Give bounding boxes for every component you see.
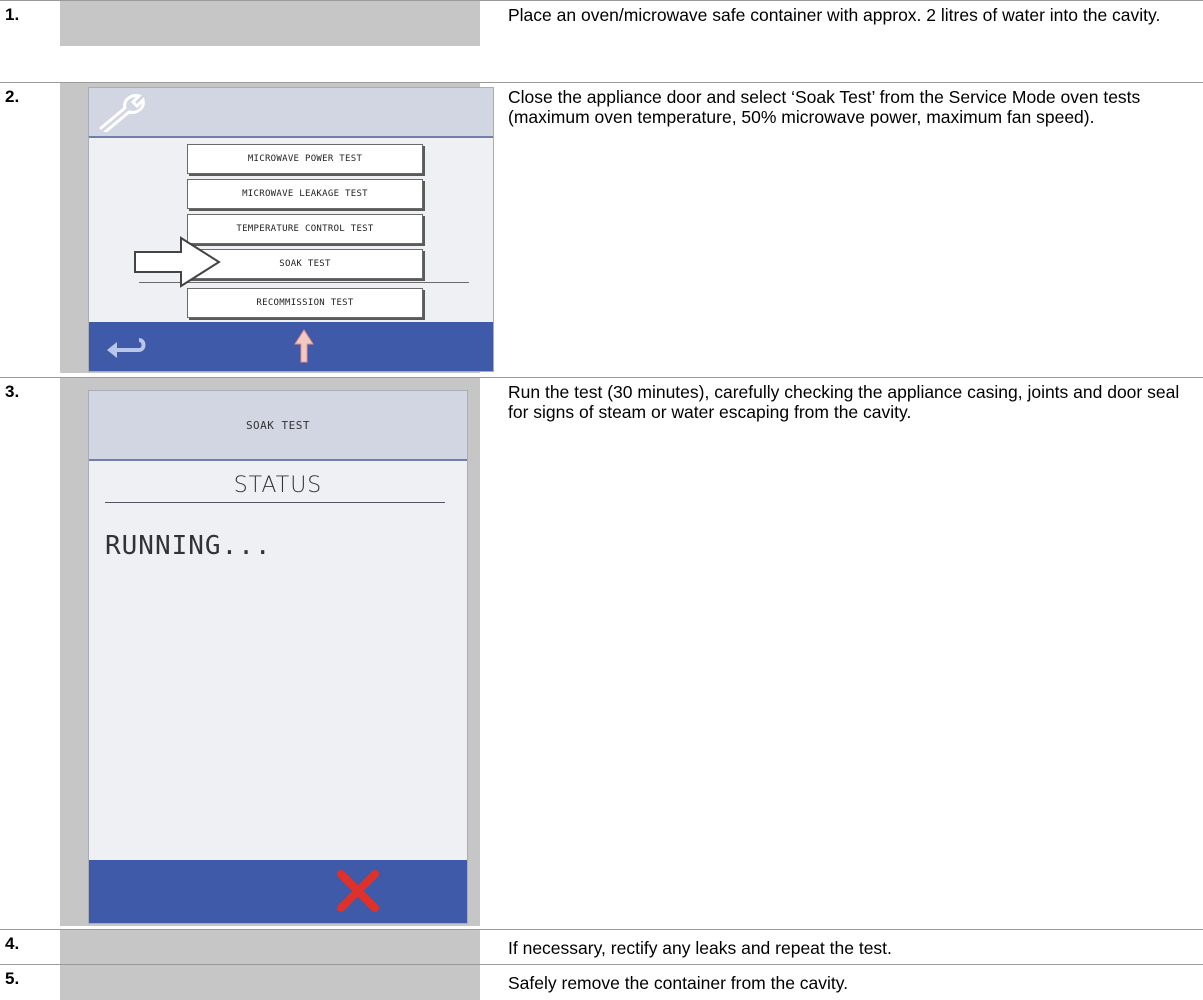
status-heading: STATUS <box>233 473 323 498</box>
step-row-4: 4. If necessary, rectify any leaks and r… <box>0 929 1203 964</box>
screen-header: SOAK TEST <box>89 391 467 461</box>
screen-header <box>89 88 493 138</box>
step-image-cell <box>60 930 480 964</box>
menu-item-microwave-leakage-test[interactable]: MICROWAVE LEAKAGE TEST <box>187 179 423 209</box>
screen-footer <box>89 860 467 923</box>
step-description: If necessary, rectify any leaks and repe… <box>508 938 892 958</box>
step-row-3: 3. SOAK TEST STATUS RUNNING... Run the t… <box>0 377 1203 926</box>
status-underline <box>105 502 445 503</box>
status-value: RUNNING... <box>105 531 272 561</box>
step-number: 3. <box>5 382 20 401</box>
step-number: 5. <box>5 969 20 988</box>
step-number: 1. <box>5 5 20 24</box>
step-description: Place an oven/microwave safe container w… <box>508 5 1161 25</box>
step-image-cell <box>60 1 480 46</box>
step-row-1: 1. Place an oven/microwave safe containe… <box>0 0 1203 46</box>
step-image-cell <box>60 965 480 1000</box>
up-arrow-icon[interactable] <box>293 328 315 369</box>
step-row-2: 2. MICROWAVE POWER TEST MICROWAVE LEAKAG… <box>0 82 1203 373</box>
step-description: Run the test (30 minutes), carefully che… <box>508 382 1180 422</box>
step-number: 4. <box>5 934 20 953</box>
step-description: Close the appliance door and select ‘Soa… <box>508 87 1141 127</box>
selection-arrow-icon <box>133 236 223 293</box>
screen-title: SOAK TEST <box>245 419 311 432</box>
back-arrow-icon[interactable] <box>105 332 149 365</box>
step-description: Safely remove the container from the cav… <box>508 973 849 993</box>
soak-test-screen: SOAK TEST STATUS RUNNING... <box>88 390 468 924</box>
step-image-cell: SOAK TEST STATUS RUNNING... <box>60 378 480 926</box>
menu-item-microwave-power-test[interactable]: MICROWAVE POWER TEST <box>187 144 423 174</box>
service-menu-screen: MICROWAVE POWER TEST MICROWAVE LEAKAGE T… <box>88 87 494 372</box>
step-number: 2. <box>5 87 20 106</box>
step-image-cell: MICROWAVE POWER TEST MICROWAVE LEAKAGE T… <box>60 83 494 373</box>
step-row-5: 5. Safely remove the container from the … <box>0 964 1203 1000</box>
wrench-icon <box>95 92 155 137</box>
cancel-x-icon[interactable] <box>335 868 381 919</box>
screen-footer <box>89 322 493 371</box>
